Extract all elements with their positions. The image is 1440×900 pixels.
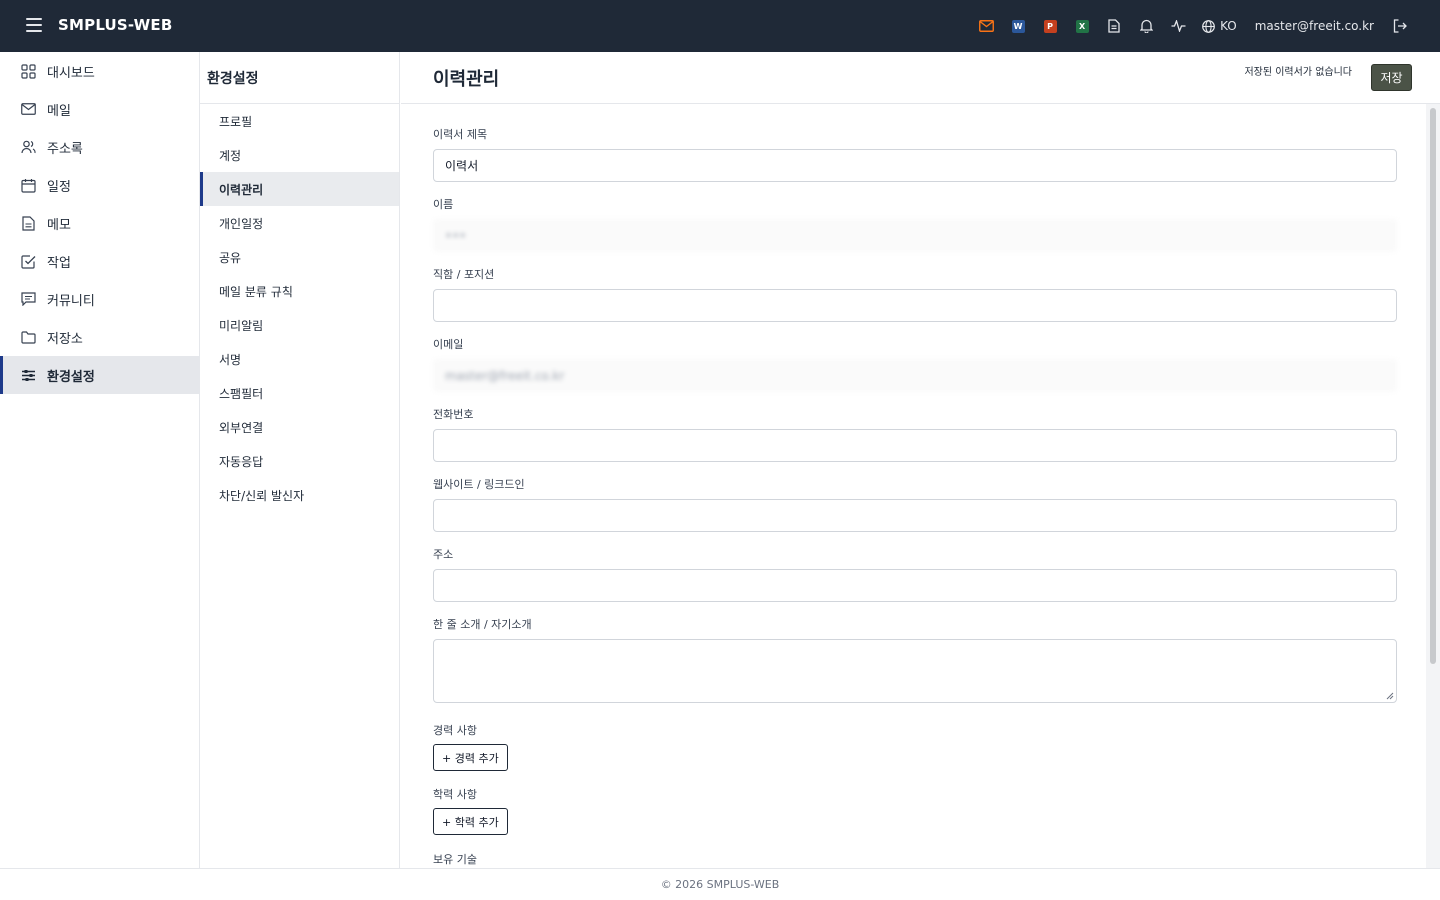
nav-item-memo[interactable]: 메모 bbox=[0, 204, 199, 242]
email-label: 이메일 bbox=[433, 338, 464, 351]
top-bar: SMPLUS-WEB W P X KO master@freeit.co.kr bbox=[0, 0, 1440, 52]
word-icon[interactable]: W bbox=[1002, 0, 1034, 52]
name-label: 이름 bbox=[433, 198, 454, 211]
menu-icon[interactable] bbox=[26, 18, 42, 32]
website-label: 웹사이트 / 링크드인 bbox=[433, 478, 525, 491]
task-icon bbox=[20, 253, 36, 269]
memo-icon bbox=[20, 215, 36, 231]
subnav-item-block-trust-senders[interactable]: 차단/신뢰 발신자 bbox=[200, 478, 399, 512]
community-icon bbox=[20, 291, 36, 307]
subnav-item-account[interactable]: 계정 bbox=[200, 138, 399, 172]
document-icon[interactable] bbox=[1098, 0, 1130, 52]
nav-item-calendar[interactable]: 일정 bbox=[0, 166, 199, 204]
nav-item-mail[interactable]: 메일 bbox=[0, 90, 199, 128]
phone-label: 전화번호 bbox=[433, 408, 474, 421]
nav-item-label: 작업 bbox=[47, 255, 71, 271]
skills-label: 보유 기술 bbox=[433, 853, 477, 866]
nav-item-label: 메일 bbox=[47, 103, 71, 119]
page-title: 이력관리 bbox=[433, 69, 500, 90]
nav-item-contacts[interactable]: 주소록 bbox=[0, 128, 199, 166]
top-actions: W P X KO master@freeit.co.kr bbox=[970, 0, 1416, 52]
resize-grip-icon[interactable] bbox=[1386, 692, 1394, 700]
name-input[interactable]: ••• bbox=[433, 219, 1397, 252]
bell-icon[interactable] bbox=[1130, 0, 1162, 52]
save-status-text: 저장된 이력서가 없습니다 bbox=[1244, 67, 1352, 78]
nav-item-label: 환경설정 bbox=[47, 369, 95, 385]
globe-icon bbox=[1202, 19, 1215, 33]
folder-icon bbox=[20, 329, 36, 345]
footer: © 2026 SMPLUS-WEB bbox=[0, 868, 1440, 900]
nav-item-label: 저장소 bbox=[47, 331, 83, 347]
logout-icon[interactable] bbox=[1384, 0, 1416, 52]
subnav-item-auto-reply[interactable]: 자동응답 bbox=[200, 444, 399, 478]
subnav-title: 환경설정 bbox=[200, 52, 399, 104]
email-input[interactable]: master@freeit.co.kr bbox=[433, 359, 1397, 392]
subnav-item-resume[interactable]: 이력관리 bbox=[200, 172, 399, 206]
nav-item-storage[interactable]: 저장소 bbox=[0, 318, 199, 356]
main-header: 이력관리 저장된 이력서가 없습니다 저장 bbox=[401, 52, 1440, 104]
powerpoint-icon[interactable]: P bbox=[1034, 0, 1066, 52]
settings-subnav: 환경설정 프로필 계정 이력관리 개인일정 공유 메일 분류 규칙 미리알림 서… bbox=[200, 52, 400, 868]
nav-item-label: 대시보드 bbox=[47, 65, 95, 81]
main-content: 이력관리 저장된 이력서가 없습니다 저장 이력서 제목 이력서 이름 ••• … bbox=[401, 52, 1440, 868]
save-button[interactable]: 저장 bbox=[1371, 64, 1412, 91]
address-input[interactable] bbox=[433, 569, 1397, 602]
nav-item-label: 주소록 bbox=[47, 141, 83, 157]
career-label: 경력 사항 bbox=[433, 724, 477, 737]
language-label: KO bbox=[1220, 19, 1237, 33]
contacts-icon bbox=[20, 139, 36, 155]
subnav-item-reminders[interactable]: 미리알림 bbox=[200, 308, 399, 342]
calendar-icon bbox=[20, 177, 36, 193]
position-label: 직함 / 포지션 bbox=[433, 268, 495, 281]
subnav-item-external-connections[interactable]: 외부연결 bbox=[200, 410, 399, 444]
nav-item-label: 일정 bbox=[47, 179, 71, 195]
subnav-item-profile[interactable]: 프로필 bbox=[200, 104, 399, 138]
left-navigation: 대시보드 메일 주소록 일정 메모 작업 커뮤니티 저장소 환경설정 bbox=[0, 52, 200, 868]
intro-textarea[interactable] bbox=[433, 639, 1397, 703]
nav-item-label: 메모 bbox=[47, 217, 71, 233]
mail-icon bbox=[20, 101, 36, 117]
intro-label: 한 줄 소개 / 자기소개 bbox=[433, 618, 532, 631]
position-input[interactable] bbox=[433, 289, 1397, 322]
subnav-list: 프로필 계정 이력관리 개인일정 공유 메일 분류 규칙 미리알림 서명 스팸필… bbox=[200, 104, 399, 512]
subnav-item-mail-rules[interactable]: 메일 분류 규칙 bbox=[200, 274, 399, 308]
address-label: 주소 bbox=[433, 548, 454, 561]
activity-icon[interactable] bbox=[1162, 0, 1194, 52]
website-input[interactable] bbox=[433, 499, 1397, 532]
nav-item-task[interactable]: 작업 bbox=[0, 242, 199, 280]
nav-item-settings[interactable]: 환경설정 bbox=[0, 356, 199, 394]
nav-item-dashboard[interactable]: 대시보드 bbox=[0, 52, 199, 90]
phone-input[interactable] bbox=[433, 429, 1397, 462]
nav-item-community[interactable]: 커뮤니티 bbox=[0, 280, 199, 318]
subnav-item-signature[interactable]: 서명 bbox=[200, 342, 399, 376]
education-label: 학력 사항 bbox=[433, 788, 477, 801]
subnav-item-spam-filter[interactable]: 스팸필터 bbox=[200, 376, 399, 410]
user-email[interactable]: master@freeit.co.kr bbox=[1245, 0, 1384, 52]
nav-item-label: 커뮤니티 bbox=[47, 293, 95, 309]
subnav-item-personal-schedule[interactable]: 개인일정 bbox=[200, 206, 399, 240]
resume-title-input[interactable]: 이력서 bbox=[433, 149, 1397, 182]
resume-title-label: 이력서 제목 bbox=[433, 128, 488, 141]
settings-sliders-icon bbox=[20, 367, 36, 383]
scrollbar-thumb[interactable] bbox=[1430, 108, 1436, 664]
add-education-button[interactable]: + 학력 추가 bbox=[433, 808, 508, 835]
grid-icon bbox=[20, 63, 36, 79]
mail-icon[interactable] bbox=[970, 0, 1002, 52]
add-career-button[interactable]: + 경력 추가 bbox=[433, 744, 508, 771]
subnav-item-share[interactable]: 공유 bbox=[200, 240, 399, 274]
language-selector[interactable]: KO bbox=[1194, 0, 1245, 52]
excel-icon[interactable]: X bbox=[1066, 0, 1098, 52]
app-brand[interactable]: SMPLUS-WEB bbox=[58, 16, 173, 34]
